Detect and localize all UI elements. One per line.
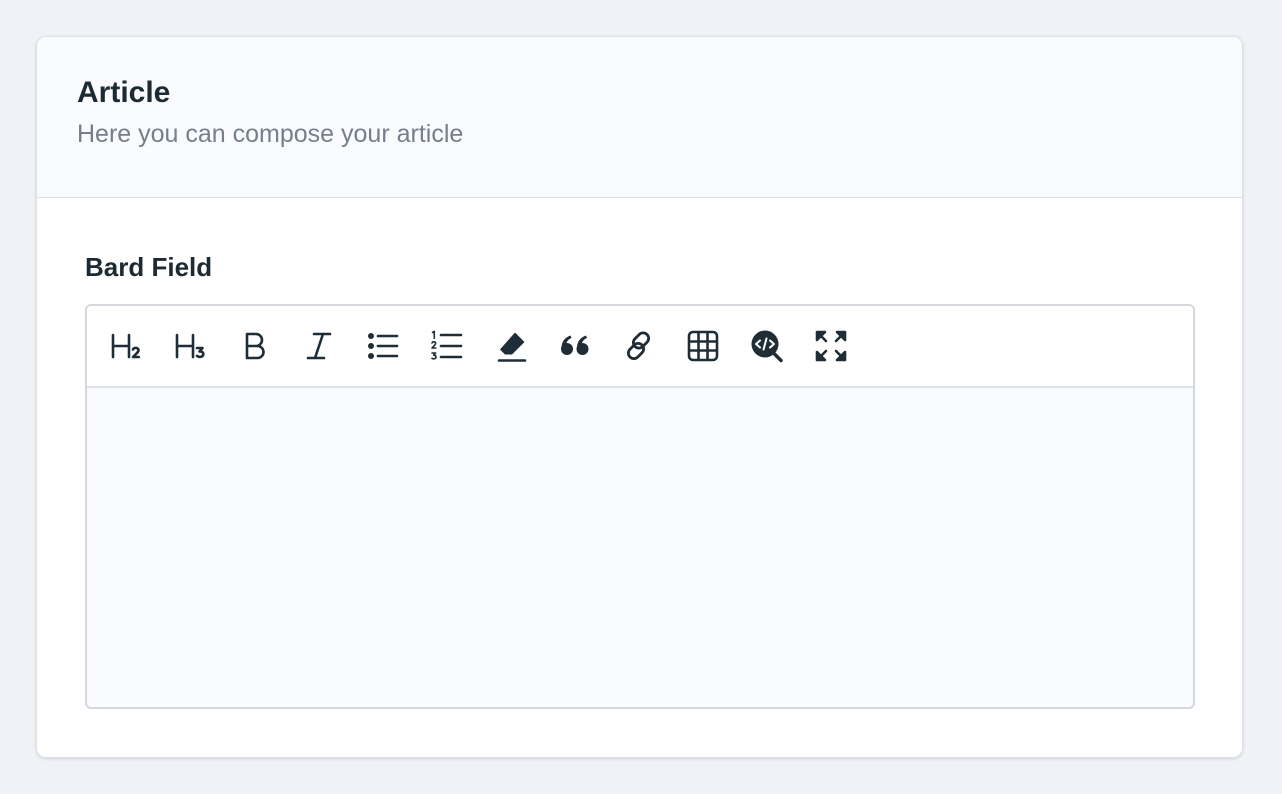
heading-3-button[interactable] (165, 320, 217, 372)
card-body: Bard Field (37, 198, 1242, 709)
card-subtitle: Here you can compose your article (77, 120, 464, 148)
bold-button[interactable] (229, 320, 281, 372)
bold-icon (245, 332, 265, 360)
bard-editor (85, 304, 1195, 709)
italic-icon (306, 332, 332, 360)
link-icon (626, 331, 651, 361)
blockquote-button[interactable] (549, 320, 601, 372)
view-source-button[interactable] (741, 320, 793, 372)
field-label: Bard Field (85, 252, 213, 282)
bullet-list-button[interactable] (357, 320, 409, 372)
code-search-icon (751, 330, 783, 363)
ordered-list-button[interactable] (421, 320, 473, 372)
heading-2-button[interactable] (101, 320, 153, 372)
fullscreen-button[interactable] (805, 320, 857, 372)
eraser-icon (497, 332, 527, 362)
clear-formatting-button[interactable] (485, 320, 537, 372)
table-icon (687, 330, 719, 362)
link-button[interactable] (613, 320, 665, 372)
article-card: Article Here you can compose your articl… (36, 36, 1243, 758)
card-title: Article (77, 76, 171, 109)
editor-toolbar (87, 306, 1193, 388)
unordered-list-icon (368, 333, 399, 359)
expand-icon (815, 330, 847, 362)
quote-icon (561, 335, 589, 355)
card-header: Article Here you can compose your articl… (37, 37, 1242, 198)
table-button[interactable] (677, 320, 729, 372)
editor-content-area[interactable] (87, 388, 1193, 707)
h3-icon (175, 333, 205, 359)
ordered-list-icon (431, 330, 463, 360)
h2-icon (111, 333, 141, 359)
italic-button[interactable] (293, 320, 345, 372)
